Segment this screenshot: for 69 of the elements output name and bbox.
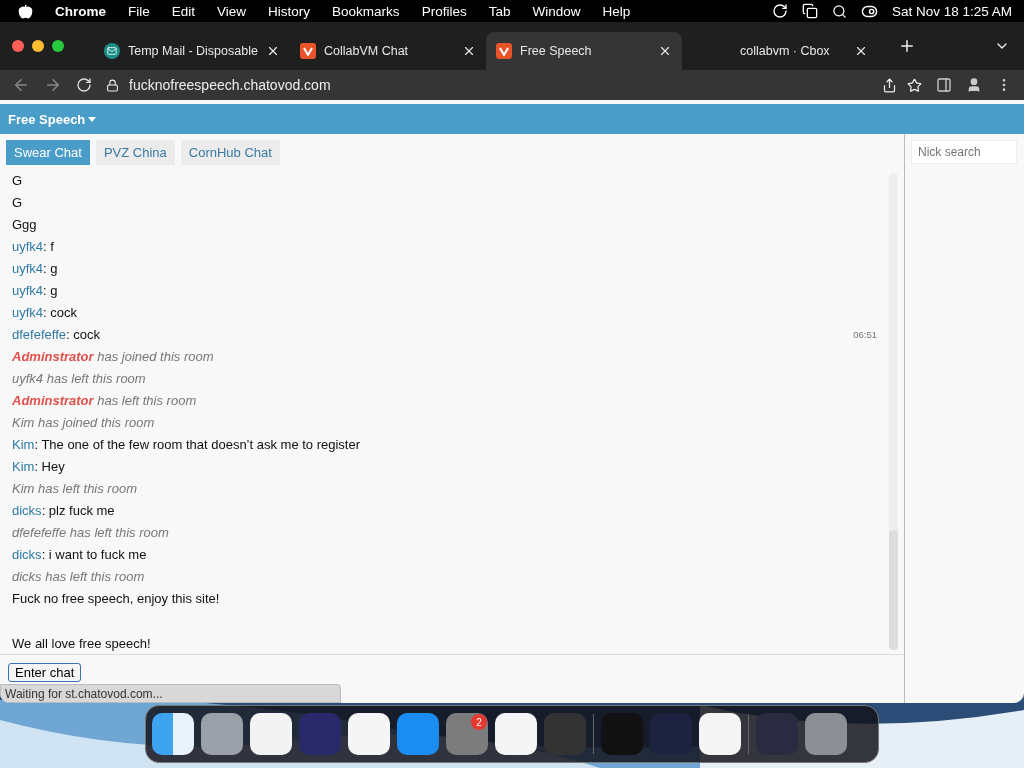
reload-icon[interactable]	[76, 77, 92, 93]
star-icon[interactable]	[907, 77, 922, 93]
menu-item[interactable]: Edit	[171, 3, 196, 19]
chat-message: dfefefeffe has left this room	[12, 525, 169, 541]
room-tab[interactable]: PVZ China	[95, 140, 175, 165]
browser-tab[interactable]: CollabVM Chat	[290, 32, 486, 70]
menu-item[interactable]: File	[128, 3, 150, 19]
chat-message: dfefefeffe: cock	[12, 326, 100, 342]
chat-message: Adminstrator has joined this room	[12, 348, 214, 364]
caret-icon	[88, 116, 97, 122]
menu-item[interactable]: History	[268, 3, 311, 19]
chat-message: G	[12, 194, 23, 210]
chat-message: dicks: plz fuck me	[12, 503, 115, 519]
chat-message: Fuck no free speech, enjoy this site!	[12, 591, 220, 607]
side-panel-icon[interactable]	[936, 77, 952, 93]
close-tab-icon[interactable]	[462, 44, 476, 58]
menu-item[interactable]: Profiles	[421, 3, 467, 19]
close-window-button[interactable]	[12, 40, 24, 52]
scrollbar[interactable]	[889, 173, 898, 650]
new-tab-icon[interactable]	[898, 37, 916, 55]
back-icon[interactable]	[12, 76, 30, 94]
chat-message: We all love free speech!	[12, 635, 151, 651]
menu-item[interactable]: Bookmarks	[332, 3, 400, 19]
browser-tab[interactable]: Free Speech	[486, 32, 682, 70]
chat-message: uyfk4 has left this room	[12, 370, 146, 386]
menu-item[interactable]: View	[217, 3, 247, 19]
search-icon[interactable]	[831, 3, 847, 19]
room-tab[interactable]: CornHub Chat	[180, 140, 280, 165]
browser-tab[interactable]: Temp Mail - Disposable	[94, 32, 290, 70]
chat-message: Adminstrator has left this room	[12, 393, 197, 408]
notification-badge: 2	[471, 714, 487, 730]
chat-message: Kim has joined this room	[12, 415, 155, 431]
enter-chat-button[interactable]: Enter chat	[8, 663, 82, 682]
zoom-button[interactable]	[52, 40, 64, 52]
menu-item[interactable]: Help	[602, 3, 631, 19]
mail-icon	[104, 43, 120, 59]
profile-icon[interactable]	[966, 77, 982, 93]
chat-message: dicks has left this room	[12, 569, 145, 585]
status-bubble: Waiting for st.chatovod.com...	[0, 684, 341, 703]
share-icon[interactable]	[882, 77, 897, 93]
sync-icon[interactable]	[771, 3, 788, 19]
apple-icon[interactable]	[18, 3, 33, 19]
minimize-button[interactable]	[32, 40, 44, 52]
nick-search-field[interactable]: Nick search	[911, 140, 1017, 164]
chat-message: uyfk4: g	[12, 282, 58, 298]
menu-item[interactable]: Window	[532, 3, 581, 19]
chat-message: uyfk4: g	[12, 260, 58, 276]
chat-message: Kim: The one of the few room that doesn’t ask me to register	[12, 437, 361, 453]
v-logo-icon	[496, 43, 512, 59]
close-tab-icon[interactable]	[854, 44, 868, 58]
browser-tab[interactable]: collabvm · Cbox	[682, 32, 878, 70]
chat-message: uyfk4: cock	[12, 304, 78, 320]
message-time: 06:51	[853, 328, 877, 340]
menu-item[interactable]: Tab	[488, 3, 511, 19]
gear-icon[interactable]: 2	[446, 713, 488, 755]
windows-icon[interactable]	[801, 3, 818, 19]
menu-clock[interactable]: Sat Nov 18 1:25 AM	[891, 3, 1012, 19]
chat-message: Kim has left this room	[12, 481, 137, 497]
chat-message: Kim: Hey	[12, 459, 65, 475]
chat-message: Ggg	[12, 216, 37, 232]
close-tab-icon[interactable]	[266, 44, 280, 58]
app-menu[interactable]: Chrome	[55, 3, 106, 19]
chat-message: G	[12, 172, 23, 188]
forward-icon[interactable]	[44, 76, 62, 94]
chat-message: dicks: i want to fuck me	[12, 547, 147, 563]
close-tab-icon[interactable]	[658, 44, 672, 58]
chat-message: uyfk4: f	[12, 238, 54, 254]
v-logo-icon	[300, 43, 316, 59]
lock-icon	[106, 78, 119, 92]
